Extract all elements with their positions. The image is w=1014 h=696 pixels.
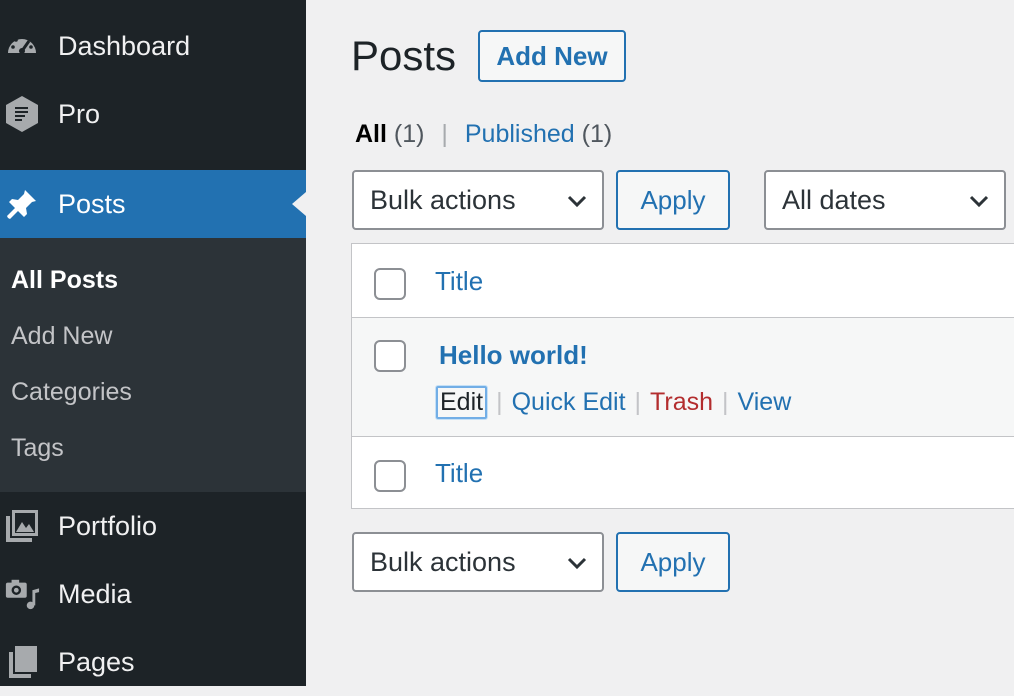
action-separator: | bbox=[496, 388, 503, 416]
menu-label: Pro bbox=[58, 98, 101, 129]
media-camera-music-icon bbox=[4, 576, 40, 612]
row-actions: Edit | Quick Edit | Trash | View bbox=[436, 386, 791, 419]
submenu-categories[interactable]: Categories bbox=[11, 378, 132, 407]
bulk-actions-select-top[interactable]: Bulk actions bbox=[352, 170, 604, 230]
apply-button-top[interactable]: Apply bbox=[616, 170, 730, 230]
select-all-checkbox[interactable] bbox=[374, 268, 406, 300]
hexagon-pro-icon bbox=[4, 96, 40, 132]
column-title-sort-footer[interactable]: Title bbox=[435, 458, 483, 489]
submenu-tags[interactable]: Tags bbox=[11, 434, 64, 463]
action-separator: | bbox=[722, 388, 729, 416]
trash-link[interactable]: Trash bbox=[650, 388, 713, 417]
chevron-down-icon bbox=[567, 195, 587, 208]
pushpin-icon bbox=[4, 186, 40, 222]
menu-label: Dashboard bbox=[58, 30, 191, 61]
menu-label: Media bbox=[58, 578, 132, 609]
view-all-count: (1) bbox=[393, 120, 425, 148]
submenu-add-new[interactable]: Add New bbox=[11, 322, 112, 351]
view-published-count: (1) bbox=[581, 120, 613, 148]
admin-sidebar: Dashboard Pro Posts All Posts Add New Ca… bbox=[0, 0, 306, 686]
select-value: Bulk actions bbox=[370, 546, 516, 577]
table-row: Hello world! Edit | Quick Edit | Trash |… bbox=[352, 318, 1014, 437]
menu-item-pro[interactable]: Pro bbox=[0, 80, 306, 148]
select-value: All dates bbox=[782, 184, 886, 215]
table-header-row: Title bbox=[352, 244, 1014, 318]
menu-item-portfolio[interactable]: Portfolio bbox=[0, 492, 306, 560]
apply-button-bottom[interactable]: Apply bbox=[616, 532, 730, 592]
select-all-checkbox-footer[interactable] bbox=[374, 460, 406, 492]
menu-label: Posts bbox=[58, 188, 126, 219]
post-status-views: All (1) | Published (1) bbox=[355, 120, 612, 149]
view-link[interactable]: View bbox=[738, 388, 792, 417]
page-title: Posts bbox=[351, 32, 457, 79]
menu-item-dashboard[interactable]: Dashboard bbox=[0, 12, 306, 80]
quick-edit-link[interactable]: Quick Edit bbox=[512, 388, 626, 417]
menu-label: Pages bbox=[58, 646, 135, 677]
select-value: Bulk actions bbox=[370, 184, 516, 215]
bulk-actions-select-bottom[interactable]: Bulk actions bbox=[352, 532, 604, 592]
menu-item-media[interactable]: Media bbox=[0, 560, 306, 628]
column-title-sort[interactable]: Title bbox=[435, 266, 483, 297]
action-separator: | bbox=[634, 388, 642, 416]
chevron-down-icon bbox=[567, 557, 587, 570]
posts-table: Title Hello world! Edit | Quick Edit | T… bbox=[351, 243, 1014, 509]
view-all[interactable]: All bbox=[355, 120, 387, 148]
table-footer-row: Title bbox=[352, 437, 1014, 509]
post-title-link[interactable]: Hello world! bbox=[439, 340, 588, 371]
menu-item-posts[interactable]: Posts bbox=[0, 170, 306, 238]
dashboard-gauge-icon bbox=[4, 28, 40, 64]
view-published[interactable]: Published bbox=[465, 120, 575, 148]
row-checkbox[interactable] bbox=[374, 340, 406, 372]
add-new-post-button[interactable]: Add New bbox=[478, 30, 626, 82]
gallery-images-icon bbox=[4, 508, 40, 544]
dates-filter-select[interactable]: All dates bbox=[764, 170, 1006, 230]
view-separator: | bbox=[441, 120, 448, 148]
chevron-down-icon bbox=[969, 195, 989, 208]
page-icon bbox=[4, 644, 40, 680]
edit-link[interactable]: Edit bbox=[436, 386, 488, 419]
submenu-all-posts[interactable]: All Posts bbox=[11, 266, 118, 295]
menu-label: Portfolio bbox=[58, 510, 158, 541]
posts-submenu: All Posts Add New Categories Tags bbox=[0, 238, 306, 492]
